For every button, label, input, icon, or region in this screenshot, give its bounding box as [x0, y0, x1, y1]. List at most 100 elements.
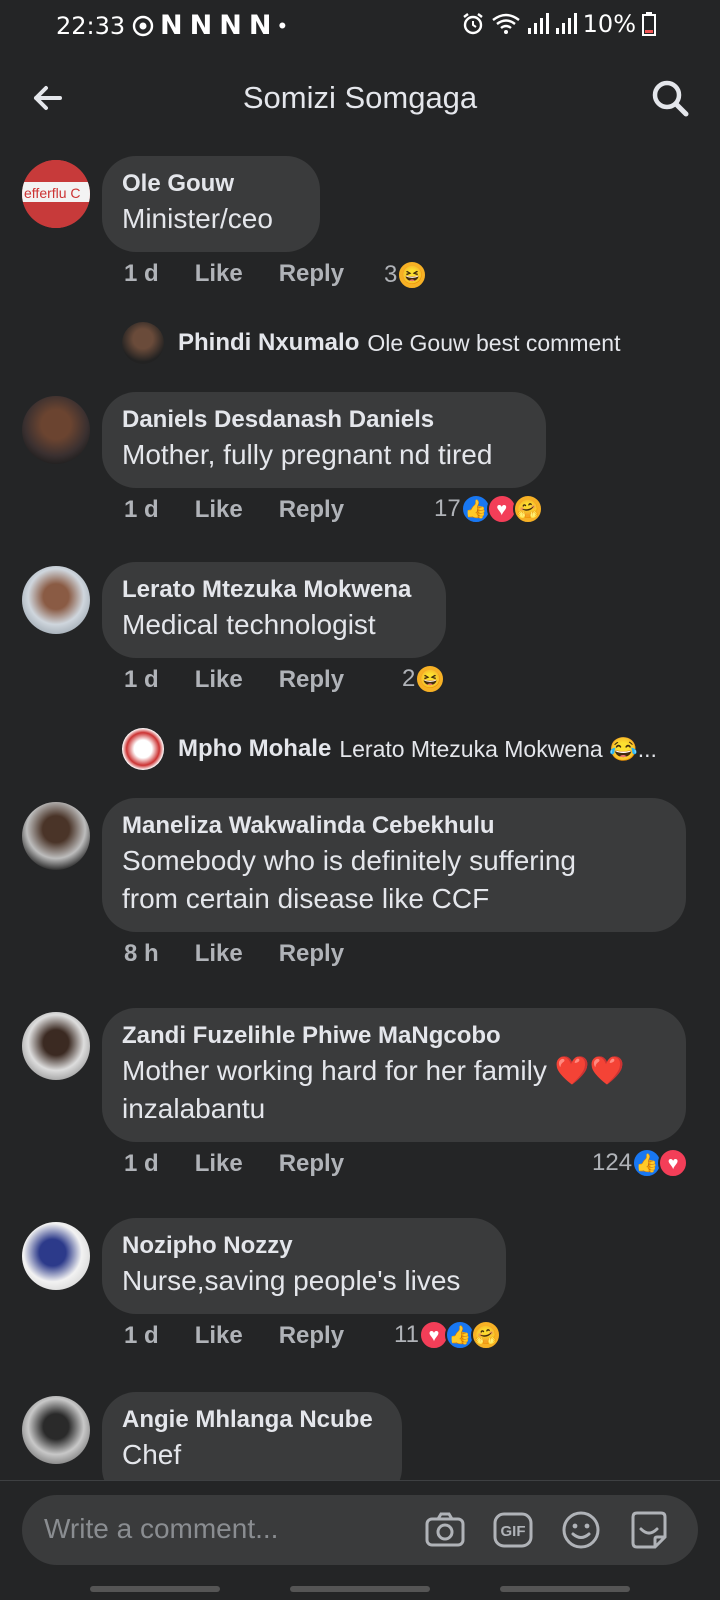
- gif-icon[interactable]: GIF: [492, 1509, 534, 1551]
- status-bar: 22:33 N N N N • 10%: [0, 0, 720, 52]
- reaction-summary[interactable]: 2 😆: [402, 664, 446, 694]
- comment-placeholder: Write a comment...: [44, 1513, 279, 1544]
- comment-bubble[interactable]: Zandi Fuzelihle Phiwe MaNgcobo Mother wo…: [102, 1008, 686, 1142]
- comment-age: 1 d: [124, 496, 159, 523]
- comment-text-line: Mother working hard for her family ❤️❤️: [122, 1055, 625, 1086]
- comment-actions: 1 d Like Reply: [124, 1322, 344, 1350]
- avatar-image: efferflu C: [22, 160, 90, 228]
- notification-glyph: N: [160, 10, 184, 41]
- comment-author[interactable]: Maneliza Wakwalinda Cebekhulu: [122, 810, 666, 842]
- comment-bubble[interactable]: Nozipho Nozzy Nurse,saving people's live…: [102, 1218, 506, 1314]
- comment-age: 1 d: [124, 666, 159, 693]
- reply-button[interactable]: Reply: [279, 1150, 344, 1178]
- comment-age: 1 d: [124, 1150, 159, 1177]
- reply-button[interactable]: Reply: [279, 1322, 344, 1350]
- reaction-count: 17: [434, 495, 461, 522]
- comment-bubble[interactable]: Angie Mhlanga Ncube Chef: [102, 1392, 402, 1480]
- battery-icon: [642, 12, 656, 36]
- reaction-count: 2: [402, 665, 416, 692]
- nav-recent-pill[interactable]: [90, 1586, 220, 1592]
- reply-button[interactable]: Reply: [279, 260, 344, 288]
- reply-button[interactable]: Reply: [279, 940, 344, 968]
- status-dot: •: [278, 12, 287, 38]
- status-time: 22:33: [56, 12, 126, 40]
- notification-glyph: N: [248, 10, 273, 41]
- comment-age: 1 d: [124, 1322, 159, 1349]
- comment-bubble[interactable]: Maneliza Wakwalinda Cebekhulu Somebody w…: [102, 798, 686, 932]
- camera-icon[interactable]: [424, 1509, 466, 1551]
- reply-button[interactable]: Reply: [279, 496, 344, 524]
- comment-input[interactable]: Write a comment... GIF: [22, 1495, 698, 1565]
- avatar[interactable]: [22, 1222, 90, 1290]
- reply-preview[interactable]: Phindi Nxumalo Ole Gouw best comment: [122, 322, 620, 364]
- emoji-icon[interactable]: [560, 1509, 602, 1551]
- comment-text: Nurse,saving people's lives: [122, 1265, 461, 1296]
- battery-percent: 10%: [582, 10, 636, 38]
- reaction-count: 3: [384, 261, 398, 288]
- avatar[interactable]: [22, 566, 90, 634]
- comments-feed[interactable]: efferflu C Ole Gouw Minister/ceo 1 d Lik…: [0, 150, 720, 1480]
- reply-preview[interactable]: Mpho Mohale Lerato Mtezuka Mokwena 😂...: [122, 728, 657, 770]
- reply-text: Lerato Mtezuka Mokwena 😂...: [339, 735, 657, 762]
- status-right-icons: 10%: [461, 10, 656, 38]
- comment-bubble[interactable]: Ole Gouw Minister/ceo: [102, 156, 320, 252]
- reply-button[interactable]: Reply: [279, 666, 344, 694]
- reply-author[interactable]: Phindi Nxumalo: [178, 329, 359, 357]
- avatar[interactable]: efferflu C: [22, 160, 90, 228]
- nav-home-pill[interactable]: [290, 1586, 430, 1592]
- avatar[interactable]: [22, 396, 90, 464]
- like-button[interactable]: Like: [195, 940, 243, 968]
- like-button[interactable]: Like: [195, 260, 243, 288]
- comment-text: Medical technologist: [122, 609, 376, 640]
- comment-actions: 8 h Like Reply: [124, 940, 344, 968]
- comment-actions: 1 d Like Reply: [124, 260, 344, 288]
- like-button[interactable]: Like: [195, 496, 243, 524]
- reaction-summary[interactable]: 124 👍 ♥: [592, 1148, 689, 1178]
- comment-text-line: Somebody who is definitely suffering: [122, 845, 576, 876]
- care-reaction-icon: 🤗: [470, 1320, 501, 1350]
- comment-text-line: from certain disease like CCF: [122, 883, 490, 914]
- comment-author[interactable]: Daniels Desdanash Daniels: [122, 404, 526, 436]
- avatar[interactable]: [22, 1012, 90, 1080]
- sync-icon: [132, 15, 154, 36]
- like-button[interactable]: Like: [195, 1322, 243, 1350]
- search-icon[interactable]: [648, 76, 692, 120]
- avatar: [122, 322, 164, 364]
- comment-actions: 1 d Like Reply: [124, 1150, 344, 1178]
- haha-reaction-icon: 😆: [397, 260, 428, 290]
- comment-author[interactable]: Zandi Fuzelihle Phiwe MaNgcobo: [122, 1020, 666, 1052]
- comment-bubble[interactable]: Lerato Mtezuka Mokwena Medical technolog…: [102, 562, 446, 658]
- reaction-summary[interactable]: 3 😆: [384, 260, 428, 290]
- reaction-summary[interactable]: 17 👍 ♥ 🤗: [434, 494, 543, 524]
- sticker-icon[interactable]: [628, 1509, 670, 1551]
- care-reaction-icon: 🤗: [512, 494, 543, 524]
- system-nav-bar: [0, 1580, 720, 1600]
- svg-text:GIF: GIF: [501, 1523, 526, 1540]
- comment-author[interactable]: Ole Gouw: [122, 168, 300, 200]
- reaction-summary[interactable]: 11 ♥ 👍 🤗: [394, 1320, 501, 1350]
- page-title: Somizi Somgaga: [242, 80, 478, 115]
- comment-bubble[interactable]: Daniels Desdanash Daniels Mother, fully …: [102, 392, 546, 488]
- avatar[interactable]: [22, 802, 90, 870]
- comment-author[interactable]: Angie Mhlanga Ncube: [122, 1404, 382, 1436]
- comment-actions: 1 d Like Reply: [124, 666, 344, 694]
- comment-text-line: inzalabantu: [122, 1093, 266, 1124]
- nav-back-pill[interactable]: [500, 1586, 630, 1592]
- wifi-icon: [491, 13, 520, 34]
- reaction-count: 124: [592, 1149, 633, 1176]
- reply-text: Ole Gouw best comment: [367, 329, 621, 356]
- like-button[interactable]: Like: [195, 666, 243, 694]
- reply-author[interactable]: Mpho Mohale: [178, 735, 331, 763]
- haha-reaction-icon: 😆: [415, 664, 446, 694]
- comment-age: 1 d: [124, 260, 159, 287]
- comment-text: Mother, fully pregnant nd tired: [122, 439, 493, 470]
- signal-icon: [527, 13, 549, 34]
- avatar[interactable]: [22, 1396, 90, 1464]
- signal-icon: [555, 13, 577, 34]
- alarm-icon: [462, 13, 483, 35]
- avatar: [122, 728, 164, 770]
- comment-author[interactable]: Nozipho Nozzy: [122, 1230, 486, 1262]
- like-button[interactable]: Like: [195, 1150, 243, 1178]
- comment-author[interactable]: Lerato Mtezuka Mokwena: [122, 574, 426, 606]
- notification-glyph: N: [219, 10, 243, 41]
